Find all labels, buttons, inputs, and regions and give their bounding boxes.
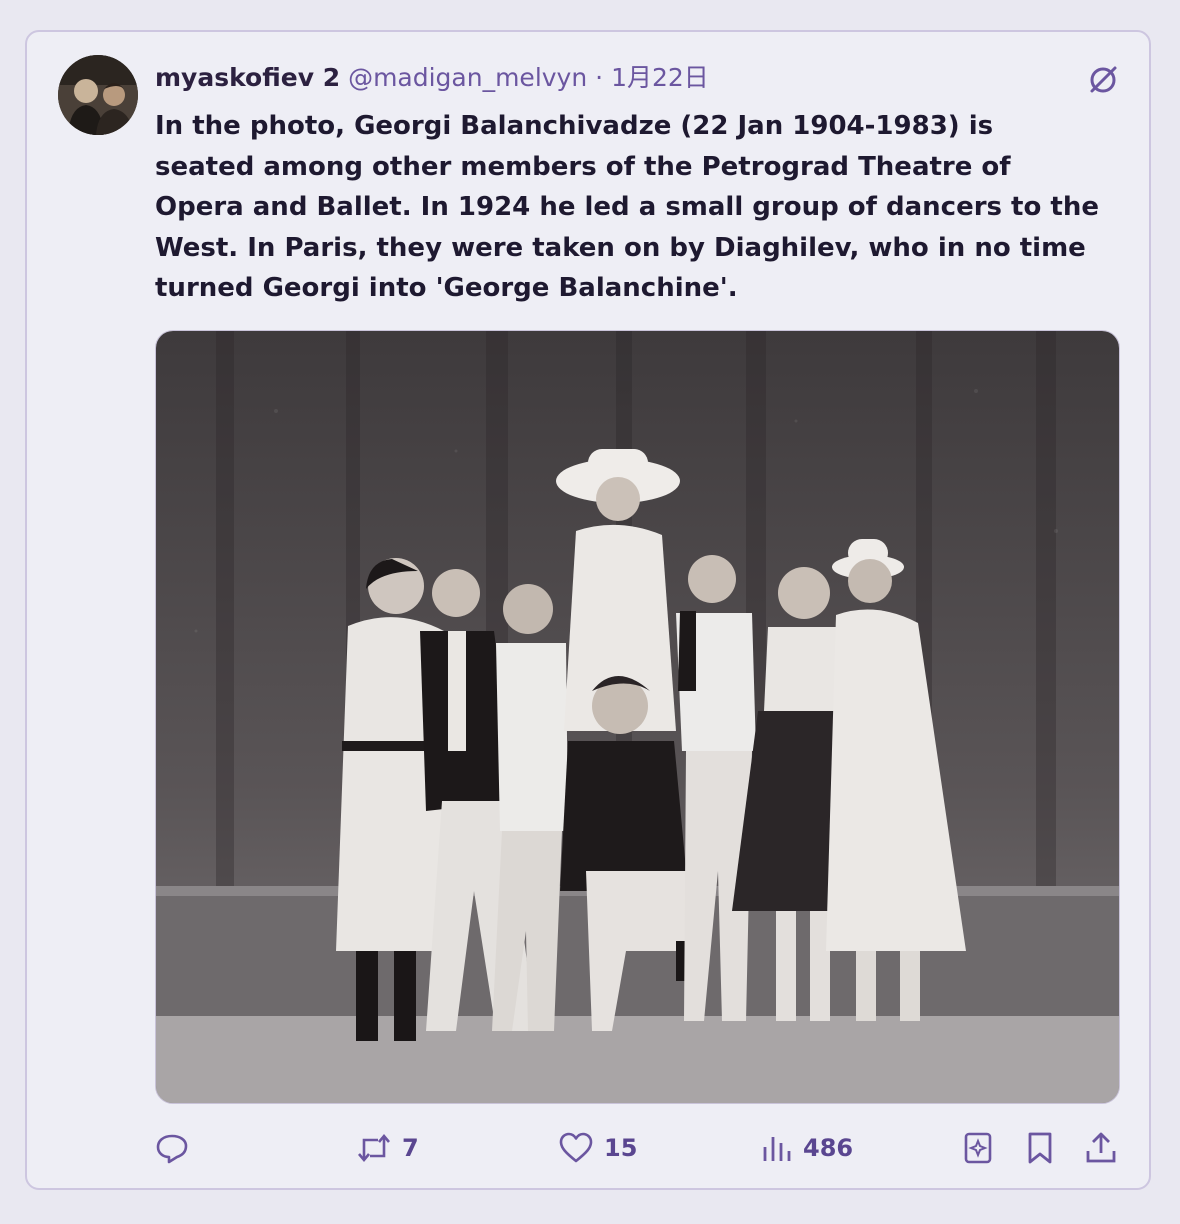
action-bar: 7 15 486 bbox=[155, 1128, 1125, 1168]
grok-button[interactable] bbox=[963, 1128, 993, 1168]
post-photo[interactable] bbox=[155, 330, 1120, 1104]
author-handle[interactable]: @madigan_melvyn bbox=[348, 63, 587, 92]
share-button[interactable] bbox=[1085, 1128, 1117, 1168]
group-photo-image bbox=[156, 331, 1119, 1103]
views-count: 486 bbox=[803, 1134, 854, 1162]
share-icon bbox=[1086, 1132, 1116, 1163]
bookmark-icon bbox=[1028, 1132, 1052, 1164]
avatar-image bbox=[58, 55, 138, 135]
views-button[interactable]: 486 bbox=[761, 1128, 853, 1168]
slashed-circle-icon[interactable] bbox=[1083, 60, 1123, 100]
post-date[interactable]: 1月22日 bbox=[611, 63, 709, 92]
sparkle-bookmark-icon bbox=[964, 1132, 992, 1164]
like-button[interactable]: 15 bbox=[558, 1128, 637, 1168]
post-card[interactable]: myaskofiev 2 @madigan_melvyn · 1月22日 In … bbox=[25, 30, 1151, 1190]
reply-icon bbox=[156, 1134, 188, 1164]
repost-icon bbox=[358, 1133, 390, 1163]
repost-button[interactable]: 7 bbox=[356, 1128, 419, 1168]
like-count: 15 bbox=[604, 1134, 638, 1162]
author-name[interactable]: myaskofiev 2 bbox=[155, 63, 340, 92]
repost-count: 7 bbox=[402, 1134, 419, 1162]
bar-chart-icon bbox=[763, 1137, 791, 1161]
post-text: In the photo, Georgi Balanchivadze (22 J… bbox=[155, 111, 1099, 303]
heart-icon bbox=[559, 1132, 593, 1163]
avatar[interactable] bbox=[58, 55, 138, 135]
separator-dot: · bbox=[595, 63, 604, 92]
reply-button[interactable] bbox=[155, 1128, 199, 1168]
bookmark-button[interactable] bbox=[1025, 1128, 1055, 1168]
post-header: myaskofiev 2 @madigan_melvyn · 1月22日 bbox=[155, 60, 709, 96]
